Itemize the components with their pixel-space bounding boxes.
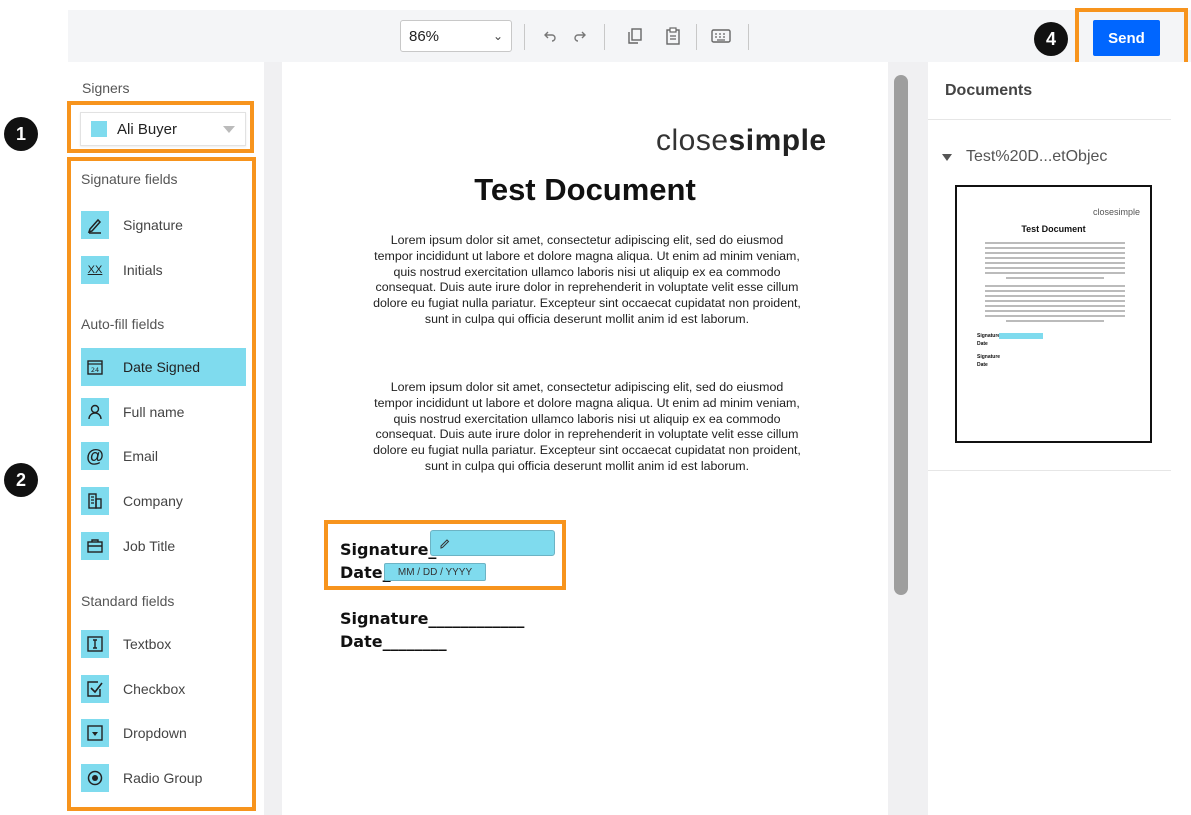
pen-icon [440, 539, 450, 549]
initials-icon-text: XX [87, 264, 103, 276]
field-dropdown[interactable]: Dropdown [81, 714, 246, 752]
field-label: Initials [123, 262, 163, 278]
field-date-signed[interactable]: 24 Date Signed [81, 348, 246, 386]
thumb-text-block [985, 242, 1125, 282]
date-signed-field[interactable]: MM / DD / YYYY [384, 563, 486, 581]
document-list-item[interactable]: Test%20D...etObjec [942, 148, 1107, 166]
building-icon [81, 487, 109, 515]
field-label: Signature [123, 217, 183, 233]
field-label: Full name [123, 404, 185, 420]
document-logo: closesimple [656, 124, 827, 158]
field-company[interactable]: Company [81, 482, 246, 520]
thumb-title: Test Document [1021, 224, 1086, 234]
chevron-down-icon: ⌄ [492, 29, 503, 43]
thumb-logo: closesimple [1092, 207, 1140, 217]
field-label: Checkbox [123, 681, 186, 697]
date-label-1: Date_ [340, 563, 391, 582]
radio-icon [81, 764, 109, 792]
checkbox-icon [81, 675, 109, 703]
send-button[interactable]: Send [1093, 20, 1160, 56]
pen-icon [81, 211, 109, 239]
at-icon: @ [81, 442, 109, 470]
thumb-text-block [985, 285, 1125, 325]
signature-field[interactable] [430, 530, 555, 556]
document-paragraph: Lorem ipsum dolor sit amet, consectetur … [373, 233, 801, 326]
field-job-title[interactable]: Job Title [81, 527, 246, 565]
undo-icon[interactable] [538, 24, 562, 48]
caret-down-icon [942, 153, 952, 161]
person-icon [81, 398, 109, 426]
field-full-name[interactable]: Full name [81, 393, 246, 431]
field-label: Date Signed [123, 359, 201, 375]
field-checkbox[interactable]: Checkbox [81, 670, 246, 708]
field-initials[interactable]: XX Initials [81, 251, 246, 289]
signer-select[interactable]: Ali Buyer [80, 112, 246, 146]
signature-label-1: Signature_ [340, 540, 437, 559]
section-signature-fields: Signature fields [81, 171, 178, 187]
logo-bold: simple [728, 124, 827, 157]
field-label: Email [123, 448, 159, 464]
field-label: Radio Group [123, 770, 203, 786]
step-badge-1: 1 [4, 117, 38, 151]
dropdown-icon [81, 719, 109, 747]
copy-icon[interactable] [623, 24, 647, 48]
section-autofill-fields: Auto-fill fields [81, 316, 165, 332]
document-paragraph: Lorem ipsum dolor sit amet, consectetur … [373, 380, 801, 473]
step-badge-4: 4 [1034, 22, 1068, 56]
document-gutter [264, 62, 282, 815]
field-email[interactable]: @ Email [81, 437, 246, 475]
toolbar-divider [748, 24, 749, 50]
zoom-select[interactable]: 86% ⌄ [400, 20, 512, 52]
document-title: Test Document [474, 172, 696, 207]
step-badge-2: 2 [4, 463, 38, 497]
logo-light: close [656, 124, 729, 157]
document-thumbnail[interactable]: closesimple Test Document Signature Date… [955, 185, 1152, 443]
thumb-date-label: Date [977, 362, 988, 368]
field-textbox[interactable]: Textbox [81, 625, 246, 663]
field-label: Dropdown [123, 725, 187, 741]
signer-name: Ali Buyer [117, 120, 178, 138]
thumb-signature-field [999, 333, 1043, 339]
textbox-icon [81, 630, 109, 658]
paste-icon[interactable] [661, 24, 685, 48]
top-toolbar: 86% ⌄ [68, 10, 1191, 62]
field-radio-group[interactable]: Radio Group [81, 759, 246, 797]
briefcase-icon [81, 532, 109, 560]
field-signature[interactable]: Signature [81, 206, 246, 244]
thumb-date-label: Date [977, 341, 988, 347]
signature-label-2: Signature____________ [340, 609, 525, 628]
field-label: Company [123, 493, 183, 509]
redo-icon[interactable] [568, 24, 592, 48]
section-standard-fields: Standard fields [81, 593, 175, 609]
date-label-2: Date________ [340, 632, 447, 651]
signers-label: Signers [82, 80, 130, 96]
field-label: Textbox [123, 636, 172, 652]
signer-color-swatch [91, 121, 107, 137]
divider [928, 119, 1171, 120]
documents-heading: Documents [945, 82, 1033, 99]
toolbar-divider [524, 24, 525, 50]
chevron-down-icon [223, 125, 235, 133]
app-root: 86% ⌄ Send 1 2 3 4 Signers Ali Buyer [0, 0, 1191, 815]
toolbar-divider [696, 24, 697, 50]
calendar-icon: 24 [81, 353, 109, 381]
keyboard-icon[interactable] [709, 24, 733, 48]
zoom-value: 86% [409, 27, 440, 45]
document-name: Test%20D...etObjec [966, 148, 1108, 165]
document-scrollbar[interactable] [894, 75, 908, 595]
toolbar-divider [604, 24, 605, 50]
calendar-icon-text: 24 [91, 366, 99, 374]
field-label: Job Title [123, 538, 176, 554]
thumb-signature-label: Signature [977, 354, 1001, 360]
thumb-signature-label: Signature [977, 333, 1001, 339]
divider [928, 470, 1171, 471]
initials-icon: XX [81, 256, 109, 284]
